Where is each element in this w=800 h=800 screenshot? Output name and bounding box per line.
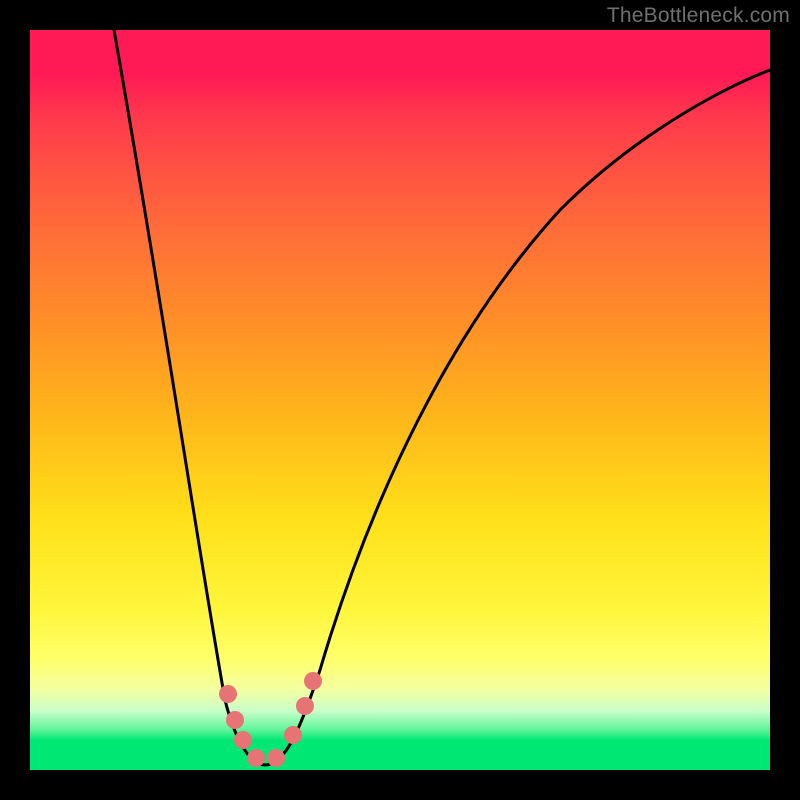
curve-markers bbox=[219, 672, 322, 767]
curve-marker bbox=[226, 711, 244, 729]
curve-marker bbox=[219, 685, 237, 703]
bottleneck-curve-path bbox=[114, 30, 770, 765]
curve-marker bbox=[304, 672, 322, 690]
chart-area bbox=[30, 30, 770, 770]
bottleneck-curve-svg bbox=[30, 30, 770, 770]
curve-marker bbox=[267, 749, 285, 767]
curve-marker bbox=[234, 731, 252, 749]
watermark-text: TheBottleneck.com bbox=[607, 4, 790, 28]
curve-marker bbox=[284, 726, 302, 744]
curve-marker bbox=[296, 697, 314, 715]
curve-marker bbox=[247, 749, 265, 767]
